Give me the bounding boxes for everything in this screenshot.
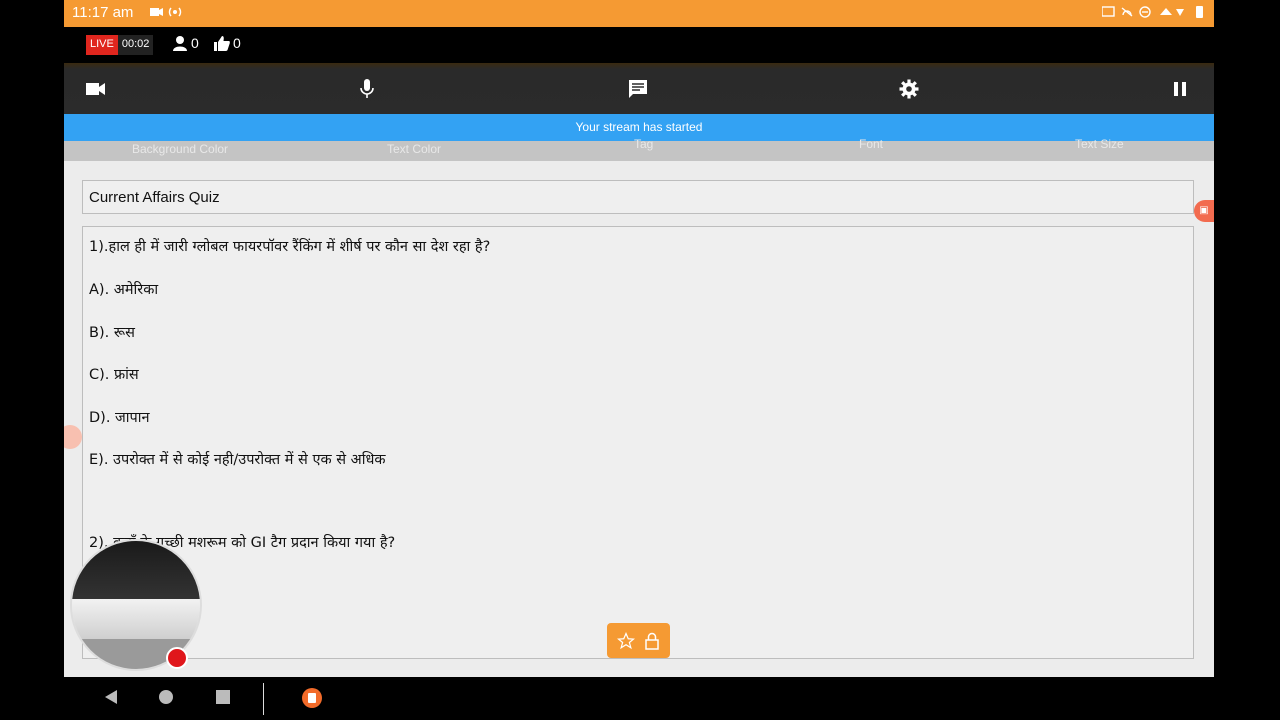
nav-divider: [263, 683, 264, 715]
stream-toolbar: [64, 63, 1214, 114]
thumbs-up-icon: [214, 36, 230, 51]
live-bar: LIVE 00:02 0 0: [64, 27, 1214, 63]
record-indicator: [166, 647, 188, 669]
option-b: B). रूस: [89, 325, 135, 341]
recording-icon: [150, 5, 184, 22]
star-icon[interactable]: [617, 631, 636, 650]
lock-icon[interactable]: [644, 632, 660, 650]
editor-content: Current Affairs Quiz 1).हाल ही में जारी …: [64, 161, 1214, 677]
live-label: LIVE: [86, 35, 118, 55]
edit-pencil-icon[interactable]: [64, 425, 82, 449]
camera-switch-icon[interactable]: ▣: [1194, 200, 1214, 222]
viewer-count-value: 0: [191, 35, 199, 51]
home-icon[interactable]: [158, 689, 174, 705]
option-e: E). उपरोक्त में से कोई नही/उपरोक्त में स…: [89, 452, 386, 468]
viewer-count: 0: [172, 35, 199, 51]
status-bar: 11:17 am: [64, 0, 1214, 27]
floating-action-bar[interactable]: [607, 623, 670, 658]
video-camera-icon[interactable]: [84, 77, 108, 101]
option-a: A). अमेरिका: [89, 282, 159, 298]
live-timer: 00:02: [117, 35, 154, 55]
like-count-value: 0: [233, 35, 241, 51]
tag-option[interactable]: Tag: [634, 137, 653, 151]
pause-icon[interactable]: [1168, 77, 1192, 101]
text-color-option[interactable]: Text Color: [387, 142, 441, 156]
back-icon[interactable]: [104, 689, 118, 705]
person-icon: [173, 36, 187, 51]
font-option[interactable]: Font: [859, 137, 883, 151]
like-count: 0: [214, 35, 241, 51]
status-icons: [1101, 5, 1206, 22]
live-badge: LIVE 00:02: [86, 35, 154, 55]
option-c: C). फ्रांस: [89, 367, 139, 383]
app-screen: 11:17 am LIVE 00:02 0 0 Your stream has …: [64, 0, 1214, 720]
app-shortcut-icon[interactable]: [301, 687, 323, 709]
option-d: D). जापान: [89, 410, 150, 426]
navigation-bar: [64, 677, 1214, 720]
quiz-text-area[interactable]: 1).हाल ही में जारी ग्लोबल फायरपॉवर रैंकि…: [82, 226, 1194, 659]
microphone-icon[interactable]: [355, 77, 379, 101]
background-color-option[interactable]: Background Color: [132, 142, 228, 156]
gear-icon[interactable]: [897, 77, 921, 101]
status-time: 11:17 am: [72, 4, 134, 21]
text-options-bar: Background Color Text Color Tag Font Tex…: [64, 137, 1214, 161]
title-input[interactable]: Current Affairs Quiz: [82, 180, 1194, 214]
recents-icon[interactable]: [215, 689, 231, 705]
question-1: 1).हाल ही में जारी ग्लोबल फायरपॉवर रैंकि…: [89, 239, 491, 255]
text-size-option[interactable]: Text Size: [1075, 137, 1124, 151]
chat-icon[interactable]: [626, 77, 650, 101]
